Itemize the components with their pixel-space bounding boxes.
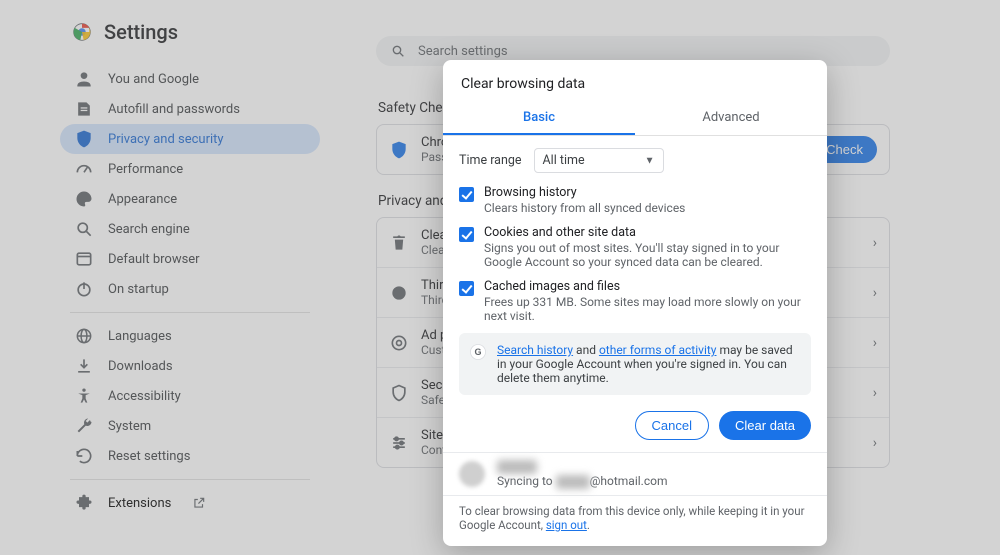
sync-account-row: Syncing to @hotmail.com xyxy=(443,452,827,495)
clear-data-button[interactable]: Clear data xyxy=(719,411,811,440)
reset-icon xyxy=(74,446,94,466)
link-sign-out[interactable]: sign out xyxy=(546,518,587,532)
opt-sub: Frees up 331 MB. Some sites may load mor… xyxy=(484,295,811,323)
svg-text:G: G xyxy=(474,347,481,357)
sidebar-item-label: Search engine xyxy=(108,222,190,237)
chevron-right-icon: › xyxy=(873,335,877,351)
sidebar-item-label: System xyxy=(108,419,151,434)
chevron-right-icon: › xyxy=(873,285,877,301)
sidebar-item-system[interactable]: System xyxy=(60,411,320,441)
accessibility-icon xyxy=(74,386,94,406)
caret-down-icon: ▼ xyxy=(645,155,655,166)
time-range-label: Time range xyxy=(459,153,522,168)
chevron-right-icon: › xyxy=(873,235,877,251)
external-link-icon xyxy=(189,496,209,510)
sidebar-item-extensions[interactable]: Extensions xyxy=(60,488,320,518)
sidebar-item-label: Languages xyxy=(108,329,172,344)
chrome-logo-icon xyxy=(72,22,92,42)
shield-icon xyxy=(74,129,94,149)
avatar xyxy=(459,461,485,487)
chevron-right-icon: › xyxy=(873,435,877,451)
power-icon xyxy=(74,279,94,299)
time-range-select[interactable]: All time ▼ xyxy=(534,148,664,173)
cookie-icon xyxy=(389,283,409,303)
redacted-name xyxy=(497,460,537,474)
palette-icon xyxy=(74,189,94,209)
shield-check-icon xyxy=(389,383,409,403)
sidebar-item-label: Accessibility xyxy=(108,389,181,404)
sidebar-item-label: Appearance xyxy=(108,192,177,207)
dialog-title: Clear browsing data xyxy=(443,60,827,102)
browser-icon xyxy=(74,249,94,269)
settings-heading: Settings xyxy=(104,20,178,44)
sidebar-item-appearance[interactable]: Appearance xyxy=(60,184,320,214)
search-placeholder: Search settings xyxy=(418,44,508,59)
time-range-value: All time xyxy=(543,153,585,168)
sidebar-item-label: Autofill and passwords xyxy=(108,102,240,117)
dialog-footer-note: To clear browsing data from this device … xyxy=(443,495,827,546)
checkbox-browsing-history[interactable] xyxy=(459,187,474,202)
sidebar-item-reset[interactable]: Reset settings xyxy=(60,441,320,471)
sidebar-item-default-browser[interactable]: Default browser xyxy=(60,244,320,274)
sidebar-separator xyxy=(70,479,310,480)
tune-icon xyxy=(389,433,409,453)
opt-sub: Clears history from all synced devices xyxy=(484,201,685,215)
globe-icon xyxy=(74,326,94,346)
sidebar-item-downloads[interactable]: Downloads xyxy=(60,351,320,381)
opt-title: Cached images and files xyxy=(484,279,811,294)
sidebar-item-label: Default browser xyxy=(108,252,200,267)
cancel-button[interactable]: Cancel xyxy=(635,411,709,440)
sidebar-item-performance[interactable]: Performance xyxy=(60,154,320,184)
trash-icon xyxy=(389,233,409,253)
speedometer-icon xyxy=(74,159,94,179)
google-g-icon: G xyxy=(469,343,487,361)
ads-icon xyxy=(389,333,409,353)
link-search-history[interactable]: Search history xyxy=(497,343,573,357)
sidebar-separator xyxy=(70,312,310,313)
tab-advanced[interactable]: Advanced xyxy=(635,102,827,135)
sidebar-item-label: Reset settings xyxy=(108,449,190,464)
autofill-icon xyxy=(74,99,94,119)
opt-sub: Signs you out of most sites. You'll stay… xyxy=(484,241,811,269)
sidebar-item-label: You and Google xyxy=(108,72,199,87)
person-icon xyxy=(74,69,94,89)
puzzle-icon xyxy=(74,493,94,513)
sidebar-item-search-engine[interactable]: Search engine xyxy=(60,214,320,244)
sidebar-item-label: On startup xyxy=(108,282,169,297)
search-icon xyxy=(74,219,94,239)
clear-browsing-data-dialog: Clear browsing data Basic Advanced Time … xyxy=(443,60,827,546)
shield-icon xyxy=(389,140,409,160)
sidebar-item-privacy[interactable]: Privacy and security xyxy=(60,124,320,154)
wrench-icon xyxy=(74,416,94,436)
opt-title: Browsing history xyxy=(484,185,685,200)
sidebar-item-label: Performance xyxy=(108,162,183,177)
page-title: Settings xyxy=(72,20,320,44)
checkbox-cache[interactable] xyxy=(459,281,474,296)
redacted-email xyxy=(556,475,590,489)
search-icon xyxy=(388,43,408,59)
chevron-right-icon: › xyxy=(873,385,877,401)
link-other-activity[interactable]: other forms of activity xyxy=(599,343,717,357)
tab-basic[interactable]: Basic xyxy=(443,102,635,135)
opt-title: Cookies and other site data xyxy=(484,225,811,240)
download-icon xyxy=(74,356,94,376)
sidebar-item-languages[interactable]: Languages xyxy=(60,321,320,351)
sidebar-item-accessibility[interactable]: Accessibility xyxy=(60,381,320,411)
checkbox-cookies[interactable] xyxy=(459,227,474,242)
sidebar-item-label: Extensions xyxy=(108,496,171,511)
info-banner: G Search history and other forms of acti… xyxy=(459,333,811,395)
sidebar-item-you-and-google[interactable]: You and Google xyxy=(60,64,320,94)
sidebar-item-on-startup[interactable]: On startup xyxy=(60,274,320,304)
sidebar-item-label: Privacy and security xyxy=(108,132,224,147)
sidebar-item-autofill[interactable]: Autofill and passwords xyxy=(60,94,320,124)
sidebar-item-label: Downloads xyxy=(108,359,173,374)
